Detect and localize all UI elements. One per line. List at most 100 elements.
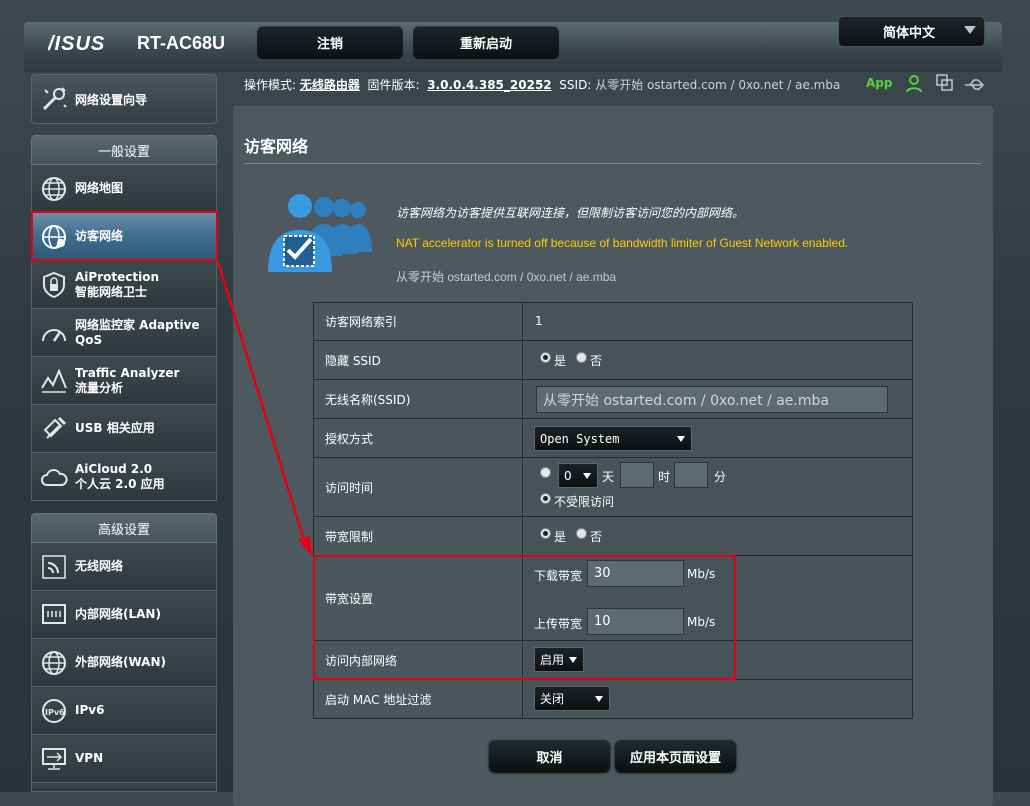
radio-label: 是: [554, 530, 567, 544]
watermark-text: 从零开始 ostarted.com / 0xo.net / ae.mba: [396, 270, 617, 284]
cancel-button[interactable]: 取消: [489, 740, 610, 772]
row-auth-method: 授权方式 Open System: [313, 419, 913, 458]
language-select[interactable]: 简体中文: [838, 16, 985, 47]
chevron-down-icon: [583, 473, 591, 479]
sidebar-item-label: Traffic Analyzer: [75, 365, 180, 380]
title-divider: [244, 163, 982, 164]
page-title: 访客网络: [244, 137, 309, 156]
ssid-value: 从零开始 ostarted.com / 0xo.net / ae.mba: [595, 78, 841, 92]
reboot-button[interactable]: 重新启动: [413, 26, 559, 59]
vpn-icon: [39, 744, 69, 774]
guest-users-icon: [264, 192, 388, 280]
sidebar-item-label: AiProtection: [75, 269, 159, 284]
bw-limit-no-radio[interactable]: [576, 528, 587, 539]
field-label: 访客网络索引: [314, 303, 523, 340]
sidebar-item-aicloud[interactable]: AiCloud 2.0 个人云 2.0 应用: [31, 453, 217, 501]
row-guest-index: 访客网络索引 1: [313, 302, 913, 341]
user-icon[interactable]: [906, 75, 924, 97]
auth-method-select[interactable]: Open System: [534, 426, 692, 451]
sidebar-item-sublabel: 智能网络卫士: [75, 284, 148, 299]
app-link[interactable]: App: [866, 76, 892, 90]
usb-icon[interactable]: [964, 77, 986, 96]
chevron-down-icon: [595, 696, 603, 702]
hide-ssid-no-radio[interactable]: [576, 352, 587, 363]
sidebar-item-label: 网络地图: [75, 181, 124, 195]
usb-drive-icon: [39, 414, 69, 444]
ssid-input[interactable]: 从零开始 ostarted.com / 0xo.net / ae.mba: [536, 386, 888, 413]
auth-method-value: Open System: [540, 431, 620, 446]
mac-filter-value: 关闭: [540, 692, 565, 706]
cloud-icon: [39, 462, 69, 492]
sidebar-item-label: IPv6: [75, 703, 105, 717]
minute-unit: 分: [714, 470, 727, 484]
mac-filter-select[interactable]: 关闭: [534, 686, 610, 711]
field-label: 无线名称(SSID): [314, 380, 523, 418]
days-value: 0: [564, 468, 572, 483]
mode-link[interactable]: 无线路由器: [300, 78, 360, 92]
radio-label: 否: [590, 354, 603, 368]
sidebar-item-ipv6[interactable]: IPv6 IPv6: [31, 687, 217, 735]
guest-network-description: 访客网络为访客提供互联网连接，但限制访客访问您的内部网络。: [396, 206, 745, 220]
sidebar-item-sublabel: 流量分析: [75, 380, 124, 395]
nat-warning: NAT accelerator is turned off because of…: [396, 236, 849, 250]
field-label: 访问时间: [314, 458, 523, 516]
chevron-down-icon: [677, 436, 685, 442]
sidebar-item-vpn[interactable]: VPN: [31, 735, 217, 783]
row-hide-ssid: 隐藏 SSID 是 否: [313, 341, 913, 380]
gauge-icon: [39, 318, 69, 348]
sidebar-item-sublabel: QoS: [75, 332, 103, 347]
row-ssid: 无线名称(SSID) 从零开始 ostarted.com / 0xo.net /…: [313, 380, 913, 419]
apply-button[interactable]: 应用本页面设置: [615, 740, 736, 772]
guest-index-value: 1: [535, 314, 543, 328]
wizard-label: 网络设置向导: [75, 92, 148, 107]
mode-label: 操作模式:: [244, 78, 297, 92]
sidebar-item-traffic-analyzer[interactable]: Traffic Analyzer 流量分析: [31, 357, 217, 405]
sidebar-item-label: 无线网络: [75, 559, 124, 573]
access-time-limited-radio[interactable]: [540, 467, 551, 478]
globe-icon: [39, 174, 69, 204]
chevron-down-icon: [964, 26, 976, 34]
sidebar-item-label: USB 相关应用: [75, 421, 155, 435]
sidebar-item-lan[interactable]: 内部网络(LAN): [31, 591, 217, 639]
highlight-box-bandwidth: [313, 555, 736, 680]
sidebar-item-aiprotection[interactable]: AiProtection 智能网络卫士: [31, 261, 217, 309]
logout-button[interactable]: 注销: [257, 26, 403, 59]
sidebar-item-wireless[interactable]: 无线网络: [31, 543, 217, 591]
firmware-link[interactable]: 3.0.0.4.385_20252: [427, 78, 551, 92]
sidebar-item-more[interactable]: [31, 783, 217, 792]
wan-globe-icon: [39, 648, 69, 678]
wizard-icon: [39, 84, 69, 114]
model-name: RT-AC68U: [137, 33, 226, 53]
sidebar-item-sublabel: 个人云 2.0 应用: [75, 476, 165, 491]
minutes-input[interactable]: [674, 462, 708, 488]
days-select[interactable]: 0: [558, 463, 598, 488]
general-settings-header: 一般设置: [31, 135, 217, 165]
access-time-unlimited-radio[interactable]: [540, 493, 551, 504]
copy-icon[interactable]: [936, 74, 954, 96]
status-line: 操作模式: 无线路由器 固件版本: 3.0.0.4.385_20252 SSID…: [244, 76, 840, 93]
unlimited-label: 不受限访问: [554, 495, 615, 509]
sidebar-item-label: 网络监控家 Adaptive: [75, 317, 200, 332]
sidebar-item-network-map[interactable]: 网络地图: [31, 165, 217, 213]
hide-ssid-yes-radio[interactable]: [540, 352, 551, 363]
sidebar-item-label: 内部网络(LAN): [75, 607, 161, 621]
sidebar-item-label: AiCloud 2.0: [75, 461, 153, 476]
field-label: 隐藏 SSID: [314, 341, 523, 379]
sidebar-item-wan[interactable]: 外部网络(WAN): [31, 639, 217, 687]
sidebar-item-usb-apps[interactable]: USB 相关应用: [31, 405, 217, 453]
row-mac-filter: 启动 MAC 地址过滤 关闭: [313, 680, 913, 719]
field-label: 授权方式: [314, 419, 523, 457]
bw-limit-yes-radio[interactable]: [540, 528, 551, 539]
shield-lock-icon: [39, 270, 69, 300]
chart-icon: [39, 366, 69, 396]
hour-unit: 时: [658, 470, 671, 484]
day-unit: 天: [602, 470, 615, 484]
svg-text:/ISUS: /ISUS: [48, 33, 105, 53]
sidebar-item-adaptive-qos[interactable]: 网络监控家 Adaptive QoS: [31, 309, 217, 357]
sidebar-item-label: 外部网络(WAN): [75, 655, 166, 669]
lan-port-icon: [39, 600, 69, 630]
hours-input[interactable]: [620, 462, 654, 488]
sidebar-item-setup-wizard[interactable]: 网络设置向导: [31, 74, 217, 124]
wifi-icon: [39, 552, 69, 582]
row-bandwidth-limit: 带宽限制 是 否: [313, 517, 913, 556]
